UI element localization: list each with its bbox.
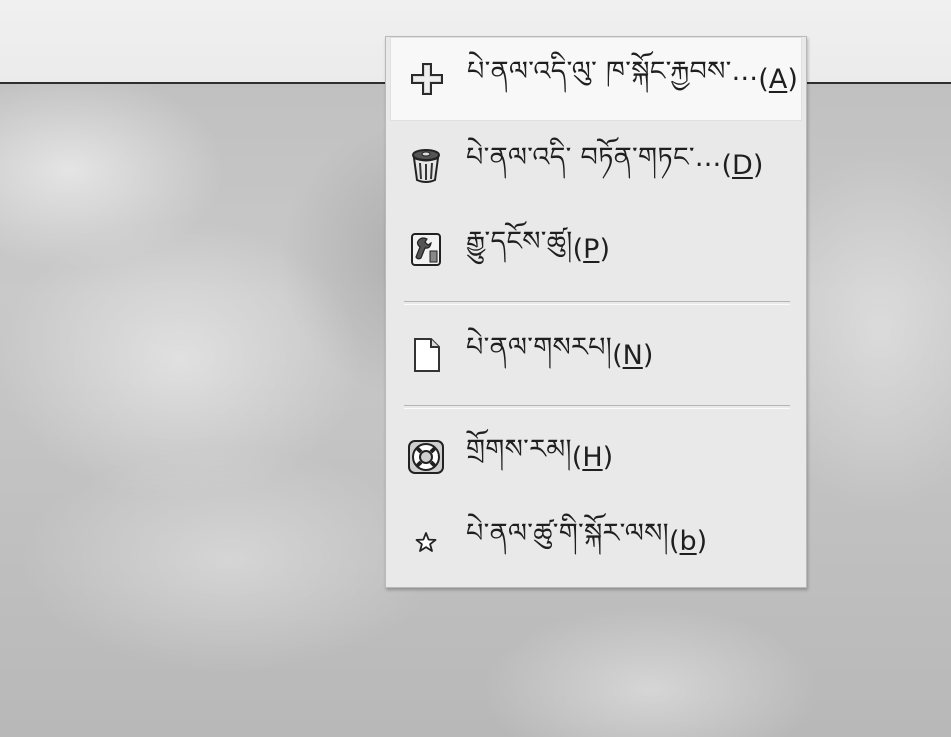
menu-item-label: པེ་ནལ་འདི་ལུ་ ཁ་སྐོང་རྐྱབས་... (467, 56, 759, 87)
accelerator-key: N (622, 339, 643, 371)
help-lifebuoy-icon (404, 435, 448, 479)
plus-icon (405, 57, 449, 101)
menu-item-add-to-panel[interactable]: པེ་ནལ་འདི་ལུ་ ཁ་སྐོང་རྐྱབས་... (A) (390, 37, 802, 121)
desktop-background: པེ་ནལ་འདི་ལུ་ ཁ་སྐོང་རྐྱབས་... (A) པེ་ནལ… (0, 0, 951, 737)
menu-separator (404, 301, 790, 305)
new-document-icon (404, 333, 448, 377)
accelerator-key: A (768, 63, 788, 95)
accelerator-key: H (582, 441, 603, 473)
menu-item-label: གྲོགས་རམ། (466, 434, 572, 465)
menu-item-label: པེ་ནལ་འདི་ བཏོན་གཏང་... (466, 142, 722, 173)
star-icon (404, 519, 448, 563)
menu-item-accelerator: (D) (721, 149, 764, 181)
menu-item-label: པེ་ནལ་གསརཔ། (466, 332, 613, 363)
menu-separator (404, 405, 790, 409)
menu-item-accelerator: (H) (571, 441, 614, 473)
menu-item-accelerator: (b) (668, 525, 708, 557)
properties-icon (404, 227, 448, 271)
menu-item-accelerator: (P) (572, 233, 610, 265)
menu-item-label: པེ་ནལ་ཚུ་གི་སྐོར་ལས། (466, 518, 669, 549)
menu-item-about-panels[interactable]: པེ་ནལ་ཚུ་གི་སྐོར་ལས། (b) (390, 499, 802, 583)
menu-item-new-panel[interactable]: པེ་ནལ་གསརཔ། (N) (390, 313, 802, 397)
menu-item-properties[interactable]: རྒྱུ་དངོས་ཚུ། (P) (390, 207, 802, 291)
panel-context-menu: པེ་ནལ་འདི་ལུ་ ཁ་སྐོང་རྐྱབས་... (A) པེ་ནལ… (385, 36, 807, 588)
menu-item-label: རྒྱུ་དངོས་ཚུ། (466, 226, 573, 257)
accelerator-key: b (679, 525, 697, 557)
menu-item-accelerator: (A) (758, 63, 798, 95)
menu-item-accelerator: (N) (612, 339, 654, 371)
accelerator-key: D (732, 149, 753, 181)
accelerator-key: P (583, 233, 600, 265)
menu-item-delete-panel[interactable]: པེ་ནལ་འདི་ བཏོན་གཏང་... (D) (390, 123, 802, 207)
trash-icon (404, 143, 448, 187)
menu-item-help[interactable]: གྲོགས་རམ། (H) (390, 415, 802, 499)
